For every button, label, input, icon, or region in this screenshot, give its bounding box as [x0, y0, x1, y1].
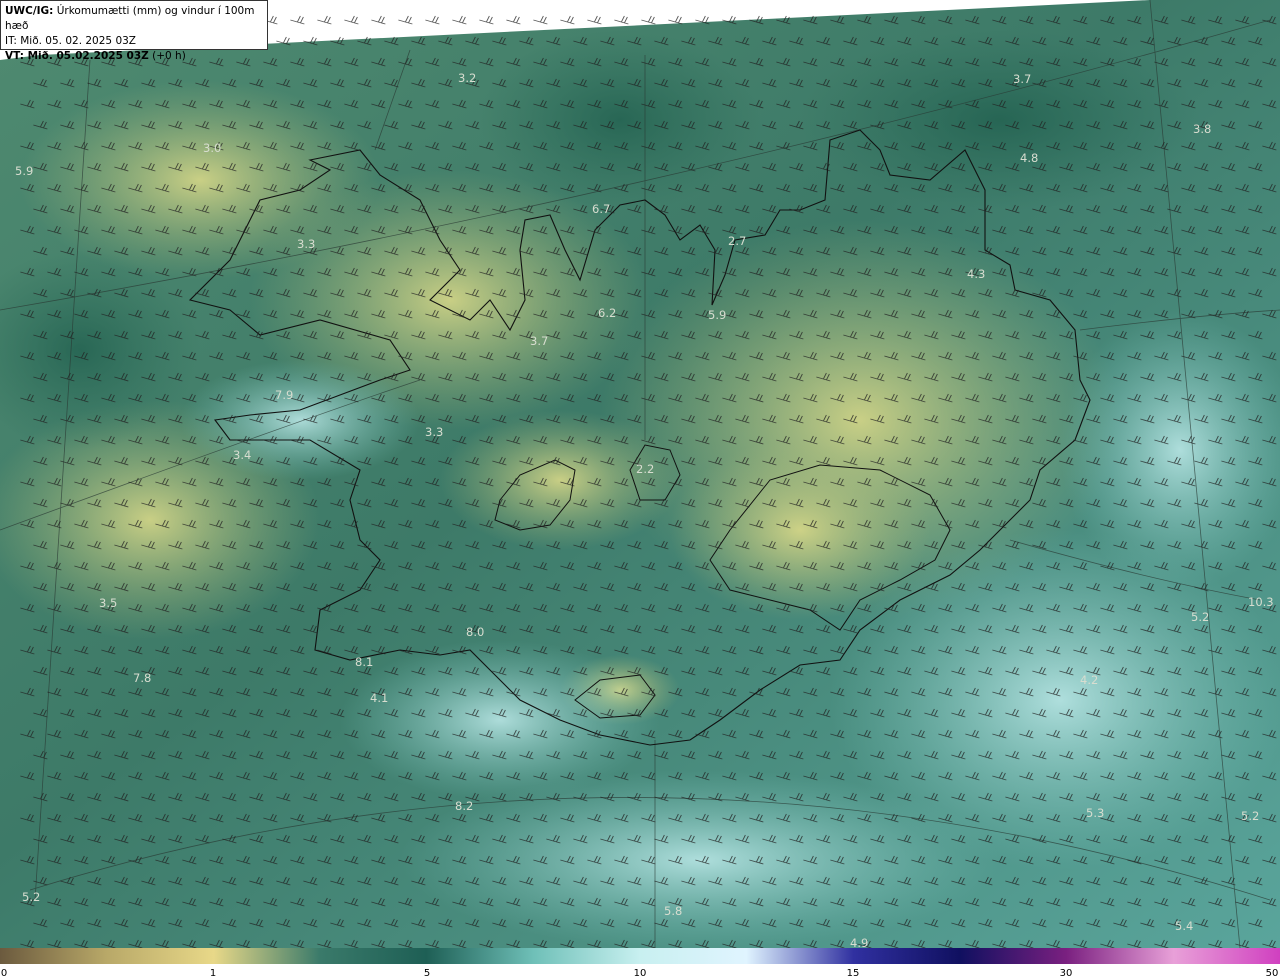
map-info-box: UWC/IG: Úrkomumætti (mm) og vindur í 100…: [0, 0, 268, 62]
map-value-label: 8.0: [466, 625, 484, 639]
map-value-label: 5.3: [1086, 806, 1104, 820]
valid-time: VT: Mið. 05.02.2025 03Z: [5, 50, 149, 62]
map-value-label: 5.2: [1191, 610, 1209, 624]
map-value-label: 5.9: [708, 308, 726, 322]
map-value-label: 8.1: [355, 655, 373, 669]
map-value-label: 3.8: [1193, 122, 1211, 136]
product-code: UWC/IG:: [5, 5, 54, 17]
title-line: UWC/IG: Úrkomumætti (mm) og vindur í 100…: [5, 4, 263, 34]
map-value-label: 6.2: [598, 306, 616, 320]
color-scale-tick: 0: [0, 968, 8, 979]
color-scale-tick: 50: [1265, 968, 1279, 979]
map-value-label: 4.1: [370, 691, 388, 705]
color-scale-tick: 1: [209, 968, 217, 979]
map-value-label: 3.5: [99, 596, 117, 610]
color-scale-tick: 30: [1059, 968, 1073, 979]
map-value-label: 7.9: [275, 388, 293, 402]
map-value-label: 10.3: [1248, 595, 1274, 609]
map-value-label: 5.2: [1241, 809, 1259, 823]
map-value-label: 4.2: [1080, 673, 1098, 687]
map-value-label: 3.3: [297, 237, 315, 251]
map-value-label: 6.7: [592, 202, 610, 216]
map-value-label: 2.7: [728, 234, 746, 248]
map-value-label: 3.3: [425, 425, 443, 439]
map-value-label: 8.2: [455, 799, 473, 813]
valid-time-line: VT: Mið. 05.02.2025 03Z (+0 h): [5, 49, 263, 64]
forecast-offset: (+0 h): [152, 50, 186, 62]
map-value-label: 5.8: [664, 904, 682, 918]
map-value-label: 5.4: [1175, 919, 1193, 933]
map-value-label: 4.9: [850, 936, 868, 948]
map-value-label: 3.4: [233, 448, 251, 462]
map-value-label: 5.2: [22, 890, 40, 904]
map-value-label: 3.0: [203, 141, 221, 155]
color-scale-tick: 5: [423, 968, 431, 979]
map-value-label: 7.8: [133, 671, 151, 685]
map-value-label: 4.3: [967, 267, 985, 281]
map-value-label: 5.9: [15, 164, 33, 178]
map-value-label: 3.7: [530, 334, 548, 348]
color-scale-tick: 10: [633, 968, 647, 979]
issue-time: IT: Mið. 05. 02. 2025 03Z: [5, 35, 136, 47]
map-value-label: 3.7: [1013, 72, 1031, 86]
precipitation-wind-map: 3.2 3.7 3.8 3.0 5.9 4.8 6.7 2.7 3.3 4.3 6.2 5.9 3.7 7…: [0, 0, 1280, 948]
map-value-label: 2.2: [636, 462, 654, 476]
color-scale-tick: 15: [846, 968, 860, 979]
map-value-label: 4.8: [1020, 151, 1038, 165]
map-value-label: 3.2: [458, 71, 476, 85]
color-scale-gradient: [0, 948, 1280, 964]
